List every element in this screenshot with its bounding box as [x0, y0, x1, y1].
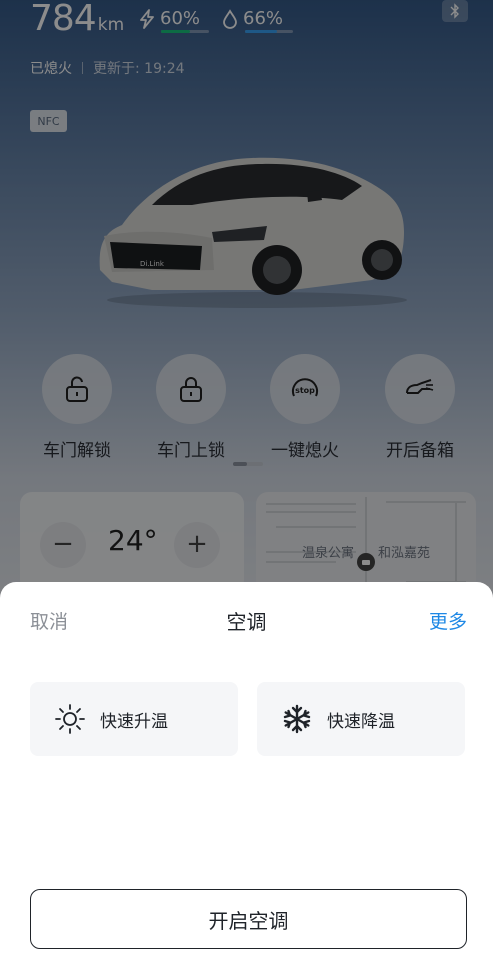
- climate-bottom-sheet: 取消 空调 更多 快速升温 快速降温 开启空调: [0, 582, 493, 960]
- more-button[interactable]: 更多: [429, 607, 467, 634]
- quick-cool-option[interactable]: 快速降温: [257, 682, 465, 756]
- sun-icon: [54, 703, 86, 735]
- quick-heat-option[interactable]: 快速升温: [30, 682, 238, 756]
- turn-on-ac-button[interactable]: 开启空调: [30, 889, 467, 949]
- snowflake-icon: [281, 703, 313, 735]
- option-label: 快速降温: [327, 711, 395, 732]
- sheet-title: 空调: [226, 610, 267, 634]
- option-label: 快速升温: [100, 711, 168, 732]
